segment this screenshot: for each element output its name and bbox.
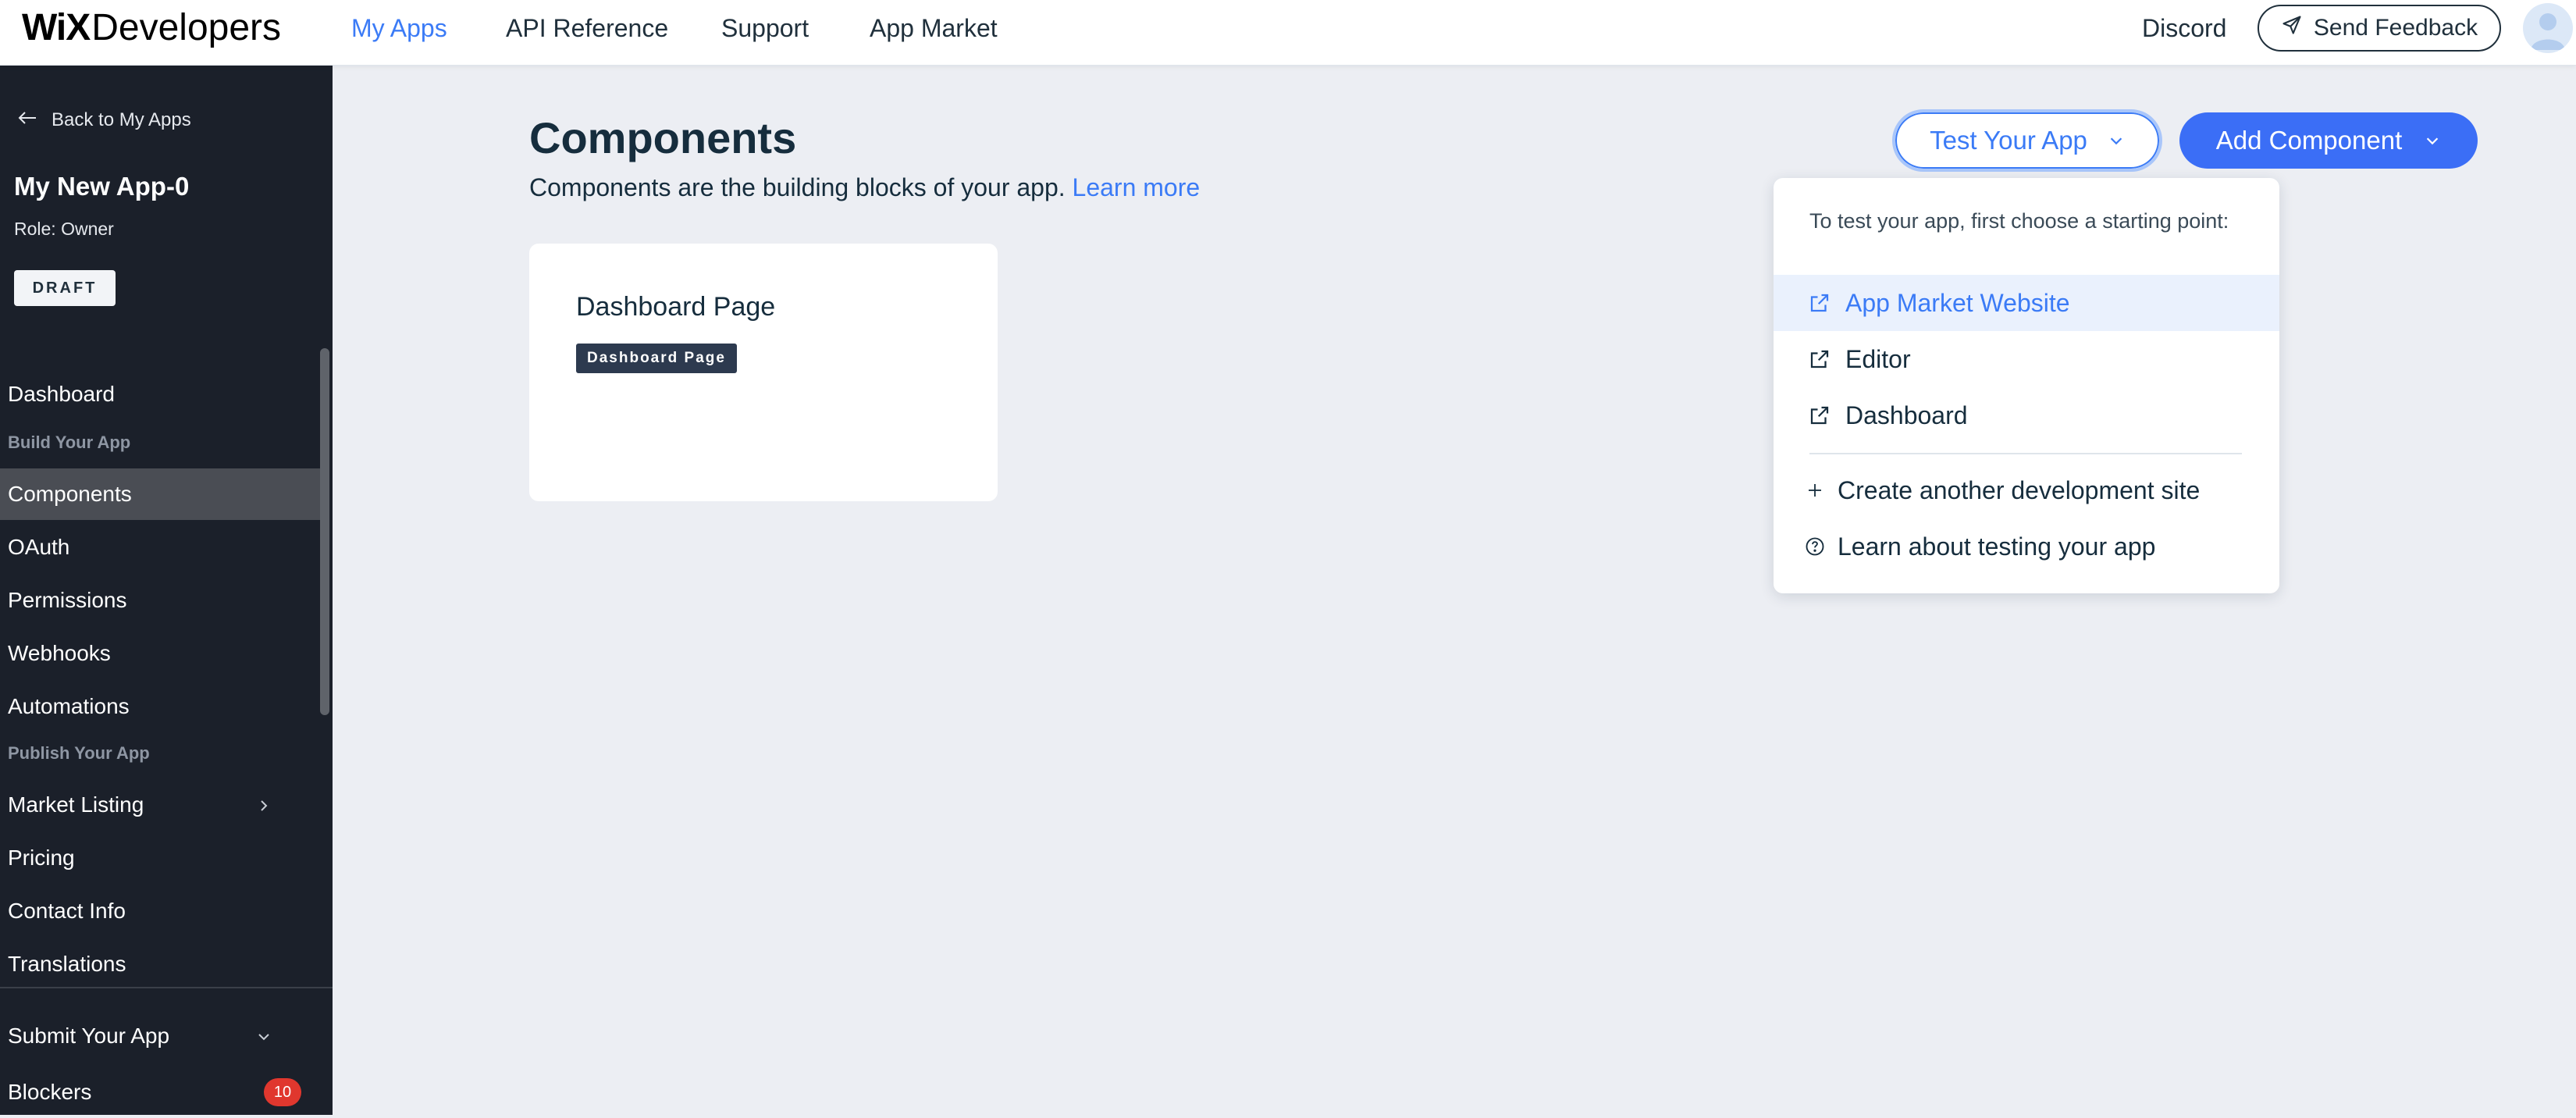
component-type-tag: Dashboard Page [576, 344, 737, 373]
user-avatar-icon [2531, 13, 2565, 50]
menu-item-editor[interactable]: Editor [1774, 331, 2279, 387]
nav-api-reference[interactable]: API Reference [506, 14, 668, 43]
plus-icon [1802, 477, 1828, 504]
top-navigation-bar: WiXDevelopers My Apps API Reference Supp… [0, 0, 2576, 66]
blockers-count-badge: 10 [264, 1078, 301, 1106]
dropdown-intro-text: To test your app, first choose a startin… [1809, 209, 2229, 233]
external-link-icon [1806, 290, 1833, 316]
sidebar-scrollbar[interactable] [320, 348, 329, 715]
status-badge: DRAFT [14, 270, 116, 306]
menu-item-label: App Market Website [1845, 288, 2070, 317]
chevron-down-icon [254, 1027, 273, 1045]
menu-item-label: Create another development site [1838, 475, 2201, 504]
sidebar-item-webhooks[interactable]: Webhooks [0, 628, 320, 679]
page-description-text: Components are the building blocks of yo… [529, 173, 1066, 201]
chevron-down-icon [2424, 126, 2441, 155]
menu-item-dashboard[interactable]: Dashboard [1774, 387, 2279, 443]
sidebar-item-components[interactable]: Components [0, 468, 320, 520]
sidebar-item-permissions[interactable]: Permissions [0, 575, 320, 626]
sidebar-item-automations[interactable]: Automations [0, 681, 320, 732]
sidebar-item-submit-your-app[interactable]: Submit Your App [0, 1010, 320, 1062]
component-card-title: Dashboard Page [576, 292, 776, 322]
menu-item-label: Learn about testing your app [1838, 532, 2156, 561]
sidebar-divider [0, 987, 333, 988]
question-circle-icon [1802, 533, 1828, 560]
nav-support[interactable]: Support [721, 14, 809, 43]
test-your-app-dropdown: To test your app, first choose a startin… [1774, 178, 2279, 593]
test-your-app-button[interactable]: Test Your App [1892, 109, 2162, 172]
send-feedback-label: Send Feedback [2313, 15, 2478, 41]
menu-item-app-market-website[interactable]: App Market Website [1774, 275, 2279, 331]
sidebar: Back to My Apps My New App-0 Role: Owner… [0, 66, 333, 1115]
logo-brand: WiX [22, 7, 91, 48]
sidebar-item-dashboard[interactable]: Dashboard [0, 369, 320, 420]
sidebar-section-build: Build Your App [8, 433, 131, 452]
logo-product: Developers [91, 7, 282, 48]
dropdown-divider [1809, 453, 2242, 454]
arrow-left-icon [17, 109, 37, 131]
menu-item-learn-testing[interactable]: Learn about testing your app [1774, 518, 2279, 575]
chevron-down-icon [2108, 126, 2125, 155]
nav-app-market[interactable]: App Market [870, 14, 998, 43]
nav-my-apps[interactable]: My Apps [351, 14, 447, 43]
sidebar-item-pricing[interactable]: Pricing [0, 832, 320, 884]
sidebar-item-label: Blockers [8, 1080, 92, 1104]
add-component-button[interactable]: Add Component [2179, 112, 2478, 169]
back-to-my-apps-link[interactable]: Back to My Apps [17, 109, 191, 131]
back-to-my-apps-label: Back to My Apps [52, 109, 191, 130]
sidebar-item-contact-info[interactable]: Contact Info [0, 885, 320, 937]
external-link-icon [1806, 346, 1833, 372]
chevron-right-icon [254, 796, 273, 814]
external-link-icon [1806, 402, 1833, 429]
component-card[interactable]: Dashboard Page Dashboard Page [529, 244, 998, 501]
learn-more-link[interactable]: Learn more [1073, 173, 1201, 201]
test-your-app-label: Test Your App [1930, 126, 2087, 155]
page-title: Components [529, 113, 797, 162]
page-description: Components are the building blocks of yo… [529, 173, 1200, 202]
menu-item-label: Dashboard [1845, 401, 1968, 429]
sidebar-item-label: Submit Your App [8, 1024, 170, 1048]
sidebar-item-blockers[interactable]: Blockers 10 [0, 1066, 320, 1118]
add-component-label: Add Component [2215, 126, 2403, 155]
sidebar-item-translations[interactable]: Translations [0, 938, 320, 990]
menu-item-label: Editor [1845, 344, 1911, 373]
wix-developers-logo[interactable]: WiXDevelopers [22, 6, 281, 49]
app-name: My New App-0 [14, 172, 190, 201]
paper-plane-icon [2281, 14, 2303, 42]
menu-item-create-dev-site[interactable]: Create another development site [1774, 462, 2279, 518]
app-role: Role: Owner [14, 219, 114, 239]
sidebar-item-market-listing[interactable]: Market Listing [0, 779, 320, 831]
discord-link[interactable]: Discord [2142, 14, 2226, 43]
user-avatar[interactable] [2523, 3, 2573, 53]
sidebar-section-publish: Publish Your App [8, 743, 150, 763]
sidebar-item-oauth[interactable]: OAuth [0, 522, 320, 573]
sidebar-item-label: Market Listing [8, 792, 144, 817]
send-feedback-button[interactable]: Send Feedback [2258, 5, 2501, 52]
